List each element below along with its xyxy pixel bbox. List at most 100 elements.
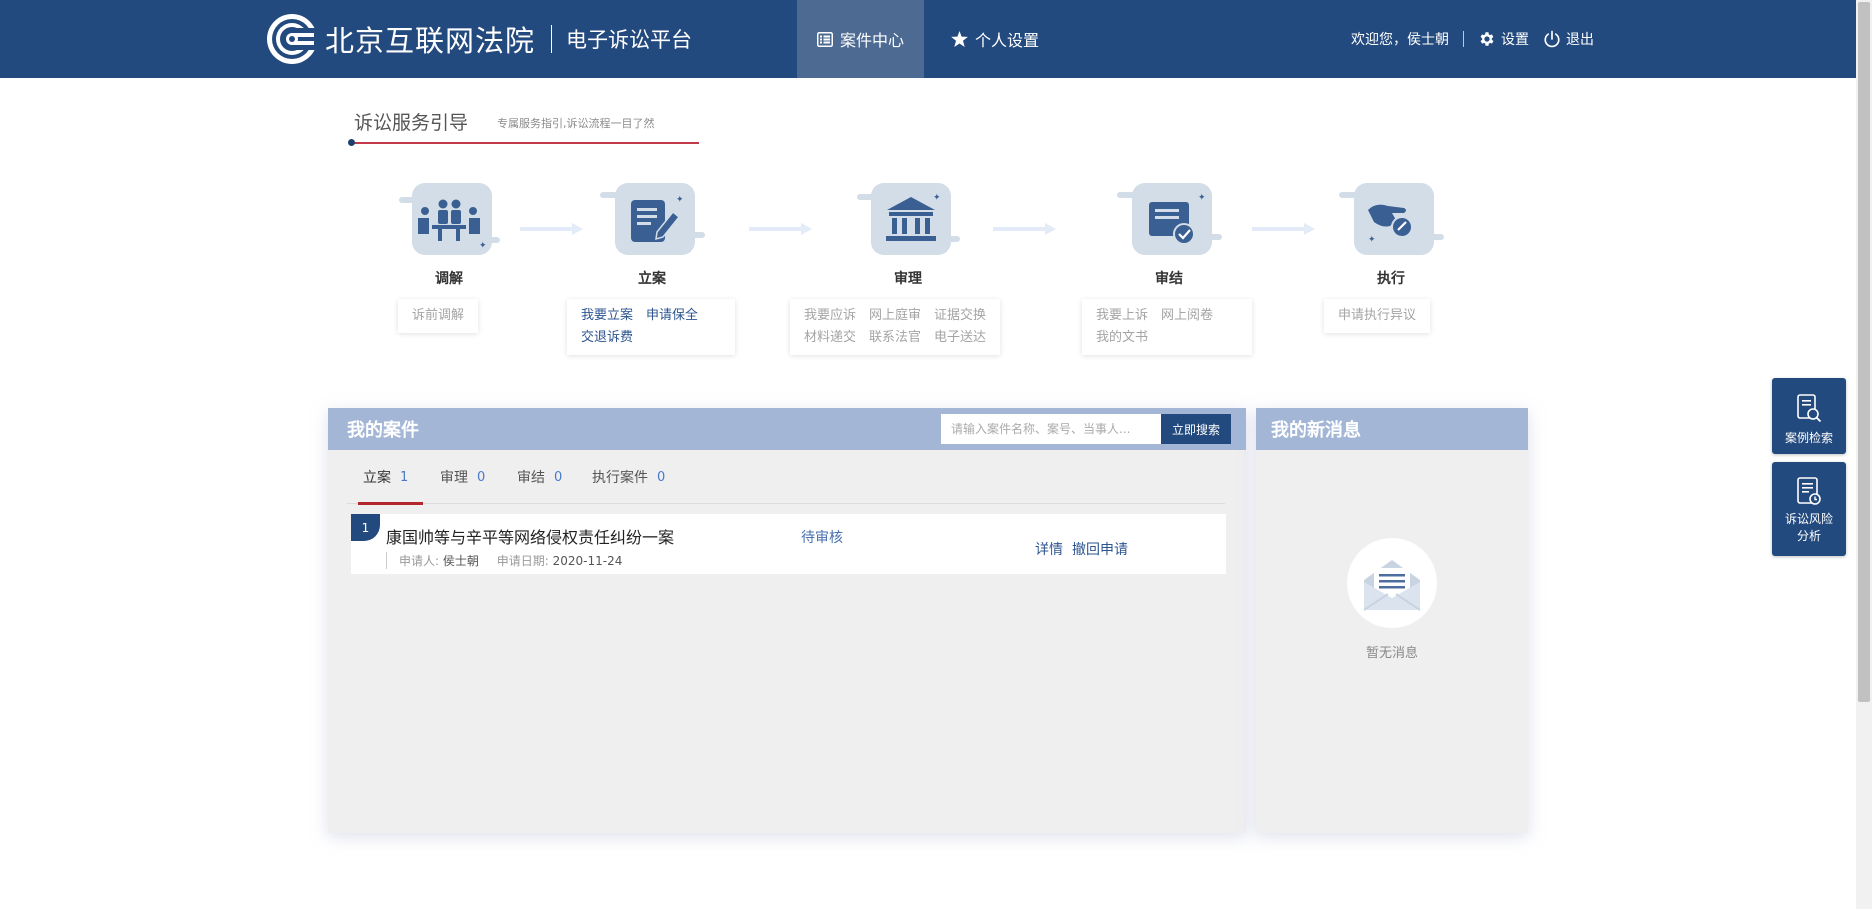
- tab-label: 审结: [517, 470, 545, 486]
- case-actions: 详情 撤回申请: [1035, 539, 1137, 559]
- trial-links: 我要应诉 网上庭审 证据交换 材料递交 联系法官 电子送达: [790, 299, 1001, 355]
- filing-icon: ✦: [600, 183, 705, 255]
- guide-underline: [349, 142, 699, 144]
- logout-button[interactable]: 退出: [1543, 29, 1594, 49]
- empty-messages-illustration: [1347, 538, 1437, 628]
- logo-divider: [551, 25, 553, 53]
- case-index-badge: 1: [351, 514, 380, 541]
- settings-button[interactable]: 设置: [1478, 29, 1529, 49]
- link-evidence-exchange[interactable]: 证据交换: [934, 305, 986, 327]
- execution-links: 申请执行异议: [1324, 299, 1431, 333]
- step-execution[interactable]: ✦ 执行: [1336, 180, 1446, 288]
- step-closing[interactable]: ✦ 审结: [1114, 180, 1224, 288]
- float-button-label: 案例检索: [1784, 431, 1833, 445]
- link-pay-refund-fees[interactable]: 交退诉费: [581, 327, 633, 349]
- court-logo[interactable]: 北京互联网法院 电子诉讼平台: [265, 10, 692, 68]
- link-appeal[interactable]: 我要上诉: [1096, 305, 1148, 327]
- empty-messages-text: 暂无消息: [1365, 646, 1418, 661]
- search-button[interactable]: 立即搜索: [1161, 414, 1231, 444]
- arrow-icon: [749, 223, 812, 235]
- step-filing[interactable]: ✦ 立案: [597, 180, 707, 288]
- risk-analysis-float-button[interactable]: 诉讼风险分析: [1772, 462, 1846, 556]
- link-execution-objection[interactable]: 申请执行异议: [1338, 305, 1416, 327]
- case-row[interactable]: 1 康国帅等与辛平等网络侵权责任纠纷一案 申请人: 侯士朝 申请日期: 2020…: [351, 514, 1226, 574]
- scrollbar-thumb[interactable]: [1858, 2, 1870, 702]
- applicant-name: 侯士朝: [442, 554, 479, 568]
- filing-links: 我要立案 申请保全 交退诉费: [567, 299, 735, 355]
- step-label: 执行: [1377, 271, 1405, 287]
- link-contact-judge[interactable]: 联系法官: [869, 327, 921, 349]
- link-submit-materials[interactable]: 材料递交: [804, 327, 856, 349]
- tab-count: 0: [477, 469, 486, 485]
- link-my-documents[interactable]: 我的文书: [1096, 327, 1148, 349]
- case-status-tabs: 立案 1 审理 0 审结 0 执行案件 0: [347, 450, 1225, 505]
- power-icon: [1544, 30, 1560, 48]
- my-messages-header: 我的新消息: [1256, 408, 1528, 450]
- svg-text:✦: ✦: [1198, 193, 1206, 203]
- gear-icon: [1480, 32, 1494, 46]
- tab-label: 审理: [440, 470, 468, 486]
- my-messages-panel: 我的新消息 暂无消息: [1256, 408, 1528, 833]
- withdraw-application-link[interactable]: 撤回申请: [1072, 542, 1128, 558]
- link-respond-to-suit[interactable]: 我要应诉: [804, 305, 856, 327]
- guide-underline-dot: [348, 139, 355, 146]
- courthouse-icon: ✦: [857, 183, 960, 255]
- guide-subtitle: 专属服务指引,诉讼流程一目了然: [497, 117, 655, 130]
- guide-title: 诉讼服务引导: [354, 112, 469, 134]
- tab-label: 立案: [363, 470, 391, 486]
- mediation-links: 诉前调解: [398, 299, 479, 333]
- welcome-text: 欢迎您，侯士朝: [1351, 32, 1449, 48]
- link-apply-preservation[interactable]: 申请保全: [646, 305, 698, 327]
- details-link[interactable]: 详情: [1035, 542, 1063, 558]
- svg-text:✦: ✦: [933, 193, 941, 203]
- svg-text:✦: ✦: [479, 241, 487, 251]
- court-emblem-icon: [267, 14, 318, 64]
- tab-count: 1: [400, 469, 409, 485]
- step-label: 立案: [638, 271, 666, 287]
- step-mediation[interactable]: ✦ 调解: [394, 180, 504, 288]
- case-search-input[interactable]: [941, 414, 1163, 444]
- closing-icon: ✦: [1117, 183, 1222, 255]
- execution-icon: ✦: [1339, 183, 1444, 255]
- step-label: 调解: [435, 271, 463, 287]
- logout-label: 退出: [1566, 32, 1594, 48]
- star-icon: [951, 31, 968, 47]
- tab-execution-cases[interactable]: 执行案件 0: [592, 450, 665, 504]
- my-cases-panel: 我的案件 立即搜索 立案 1 审理 0 审结 0 执行案件 0 1 康国帅等与辛…: [328, 408, 1246, 833]
- court-name: 北京互联网法院: [325, 24, 536, 58]
- tab-count: 0: [657, 469, 666, 485]
- envelope-icon: [1363, 560, 1421, 611]
- step-label: 审理: [894, 271, 922, 287]
- tab-filing[interactable]: 立案 1: [357, 450, 424, 505]
- step-trial[interactable]: ✦ 审理: [853, 180, 963, 288]
- link-electronic-service[interactable]: 电子送达: [934, 327, 986, 349]
- user-area: 欢迎您，侯士朝 设置 退出: [1351, 0, 1594, 78]
- arrow-icon: [993, 223, 1056, 235]
- closing-links: 我要上诉 网上阅卷 我的文书: [1082, 299, 1252, 355]
- divider: [1463, 31, 1464, 47]
- step-label: 审结: [1155, 271, 1183, 287]
- nav-tab-personal-settings[interactable]: 个人设置: [930, 0, 1060, 78]
- case-name[interactable]: 康国帅等与辛平等网络侵权责任纠纷一案: [386, 524, 674, 548]
- list-icon: [816, 31, 833, 47]
- mediation-icon: ✦: [399, 183, 500, 255]
- applicant-label: 申请人:: [399, 554, 440, 568]
- my-cases-title: 我的案件: [347, 420, 419, 441]
- arrow-icon: [520, 223, 583, 235]
- link-online-trial[interactable]: 网上庭审: [869, 305, 921, 327]
- link-file-case[interactable]: 我要立案: [581, 305, 633, 327]
- case-meta: 申请人: 侯士朝 申请日期: 2020-11-24: [386, 552, 636, 569]
- svg-text:✦: ✦: [1368, 235, 1376, 245]
- page-scrollbar[interactable]: [1856, 0, 1872, 909]
- arrow-icon: [1252, 223, 1315, 235]
- case-search-icon: [1797, 394, 1822, 423]
- tab-trial[interactable]: 审理 0: [440, 450, 485, 504]
- nav-tab-case-center[interactable]: 案件中心: [797, 0, 924, 78]
- link-pre-litigation-mediation[interactable]: 诉前调解: [412, 305, 464, 327]
- tab-closed[interactable]: 审结 0: [517, 450, 562, 504]
- date-label: 申请日期:: [496, 554, 549, 568]
- case-search-float-button[interactable]: 案例检索: [1772, 378, 1846, 454]
- link-online-file-review[interactable]: 网上阅卷: [1161, 305, 1213, 327]
- nav-tab-label: 案件中心: [839, 31, 904, 50]
- tab-label: 执行案件: [592, 470, 648, 486]
